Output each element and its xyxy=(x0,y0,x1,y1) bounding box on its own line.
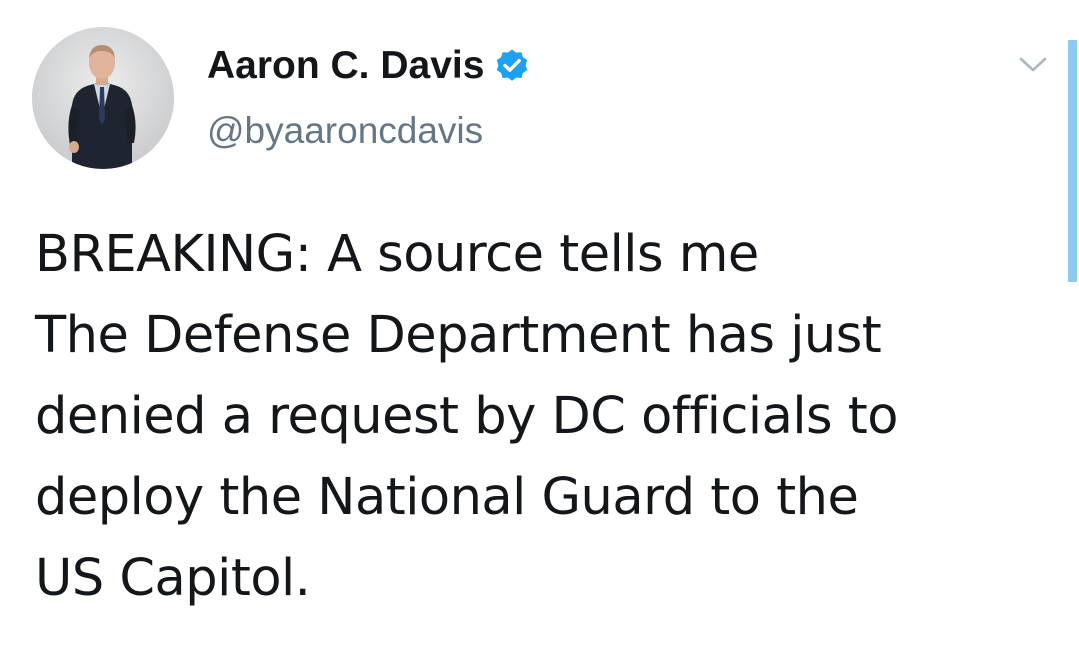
chevron-down-icon[interactable] xyxy=(1016,50,1050,80)
author-handle[interactable]: @byaaroncdavis xyxy=(207,110,483,152)
tweet-text-line: denied a request by DC officials to xyxy=(35,387,899,446)
avatar-photo-icon xyxy=(32,27,174,169)
author-name-row: Aaron C. Davis xyxy=(207,40,530,92)
tweet-text-line: The Defense Department has just xyxy=(35,306,882,365)
tweet-text-line: US Capitol. xyxy=(35,549,311,608)
author-display-name[interactable]: Aaron C. Davis xyxy=(207,44,484,88)
avatar[interactable] xyxy=(32,27,174,169)
tweet-card: Aaron C. Davis @byaaroncdavis BREAKING: … xyxy=(0,0,1079,648)
scrollbar-indicator[interactable] xyxy=(1068,40,1077,282)
tweet-text-line: deploy the National Guard to the xyxy=(35,468,859,527)
verified-badge-icon xyxy=(494,48,530,84)
tweet-text: BREAKING: A source tells me The Defense … xyxy=(35,214,1045,619)
tweet-text-line: BREAKING: A source tells me xyxy=(35,225,759,284)
